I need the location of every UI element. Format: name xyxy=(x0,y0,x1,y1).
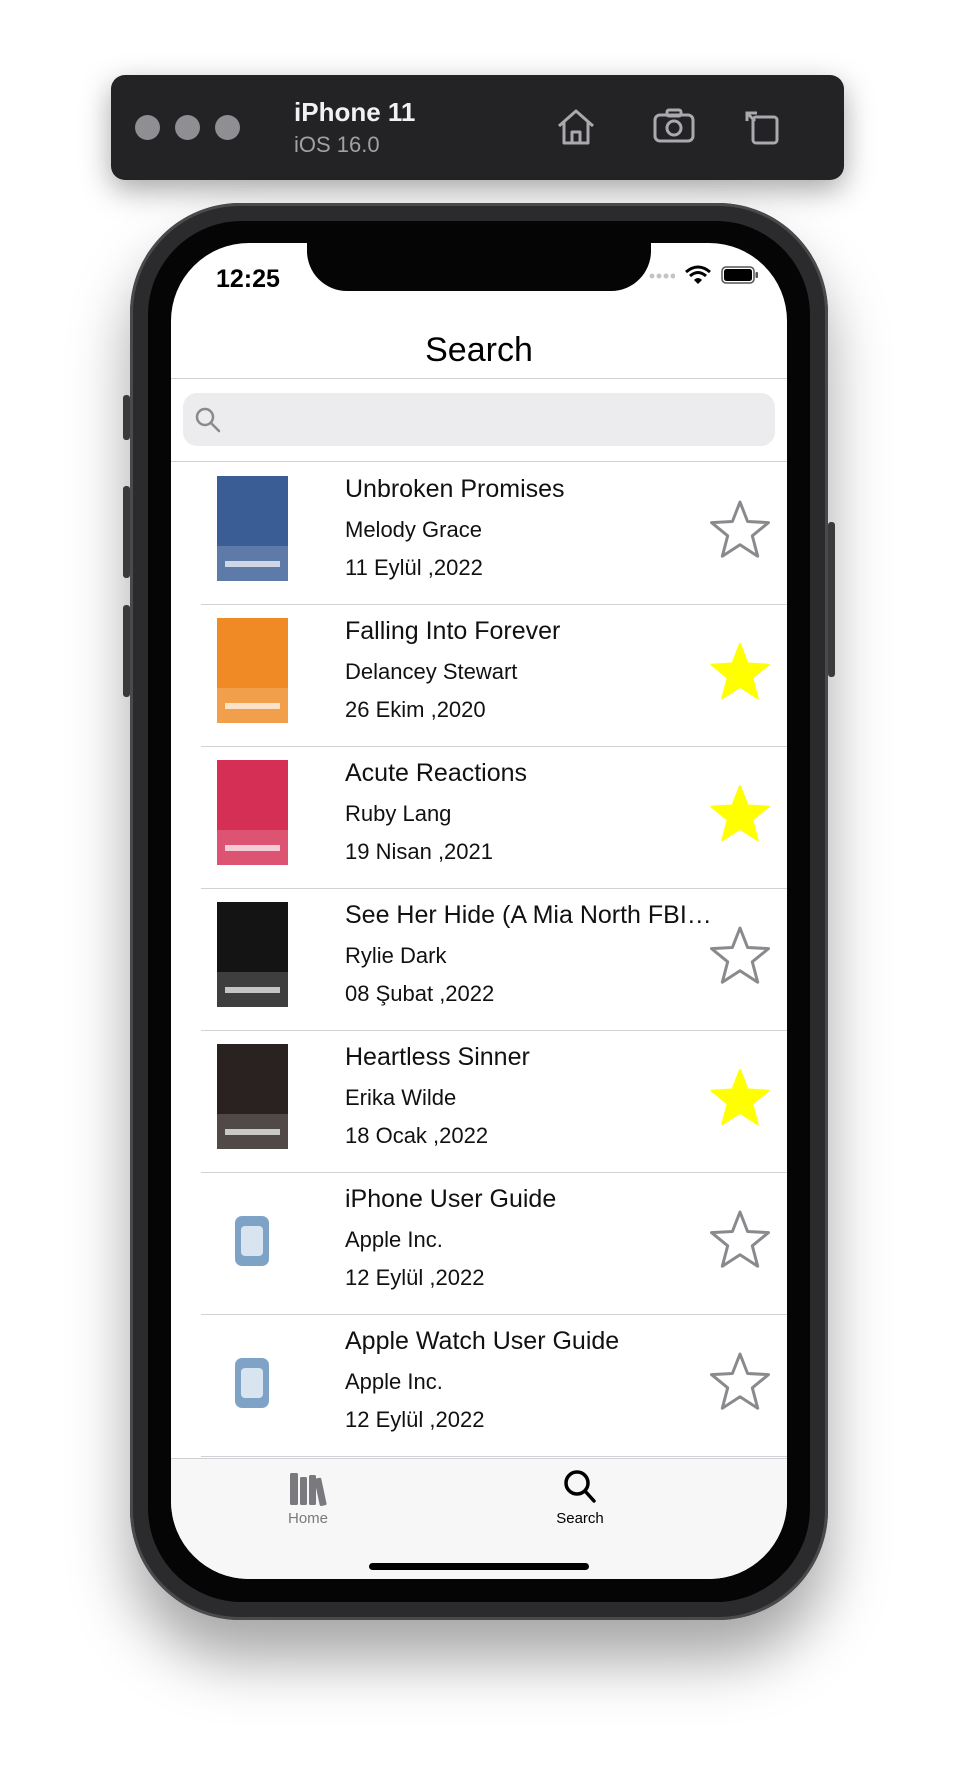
book-author: Apple Inc. xyxy=(345,1369,443,1394)
battery-icon xyxy=(721,266,758,284)
close-window-dot[interactable] xyxy=(135,115,160,140)
zoom-window-dot[interactable] xyxy=(215,115,240,140)
rotate-icon[interactable] xyxy=(737,101,787,151)
book-row[interactable]: iPhone User Guide Apple Inc. 12 Eylül ,202… xyxy=(171,1171,787,1315)
star-outline-icon[interactable] xyxy=(709,1351,771,1413)
books-icon xyxy=(290,1473,327,1507)
star-outline-icon[interactable] xyxy=(709,1209,771,1271)
tab-search[interactable]: Search xyxy=(510,1467,650,1537)
tab-bar: Home Search xyxy=(171,1458,787,1579)
book-list: Unbroken Promises Melody Grace 11 Eylül ,2… xyxy=(171,461,787,1579)
status-time: 12:25 xyxy=(216,265,280,293)
book-cover-image xyxy=(217,618,288,723)
cellular-signal-icon xyxy=(649,273,675,279)
book-cover-image xyxy=(217,476,288,581)
book-row[interactable]: Falling Into Forever Delancey Stewart 26 E… xyxy=(171,603,787,747)
minimize-window-dot[interactable] xyxy=(175,115,200,140)
book-title: iPhone User Guide xyxy=(345,1185,557,1213)
os-version: iOS 16.0 xyxy=(294,132,380,157)
book-author: Rylie Dark xyxy=(345,943,447,968)
star-filled-icon[interactable] xyxy=(709,783,771,845)
book-row[interactable]: Unbroken Promises Melody Grace 11 Eylül ,2… xyxy=(171,461,787,605)
tab-search-label: Search xyxy=(556,1510,604,1527)
book-date: 12 Eylül ,2022 xyxy=(345,1265,485,1290)
book-date: 12 Eylül ,2022 xyxy=(345,1407,485,1432)
device-name: iPhone 11 xyxy=(294,97,416,127)
book-date: 18 Ocak ,2022 xyxy=(345,1123,489,1148)
power-button xyxy=(828,522,835,677)
wifi-icon xyxy=(685,265,711,284)
book-row[interactable]: Heartless Sinner Erika Wilde 18 Ocak ,2022 xyxy=(171,1029,787,1173)
search-icon xyxy=(195,407,221,433)
book-author: Erika Wilde xyxy=(345,1085,457,1110)
book-date: 26 Ekim ,2020 xyxy=(345,697,486,722)
tab-home-label: Home xyxy=(287,1510,328,1527)
book-title: Apple Watch User Guide xyxy=(345,1327,620,1355)
book-date: 11 Eylül ,2022 xyxy=(345,555,483,580)
volume-down-button xyxy=(123,605,130,697)
row-separator xyxy=(201,1456,787,1457)
search-bar[interactable] xyxy=(183,393,775,446)
star-filled-icon[interactable] xyxy=(709,1067,771,1129)
book-author: Delancey Stewart xyxy=(345,659,518,684)
home-indicator xyxy=(369,1563,589,1570)
book-title: See Her Hide (A Mia North FBI… xyxy=(345,901,712,929)
book-cover-image xyxy=(217,760,288,865)
page-title: Search xyxy=(425,331,533,369)
tab-home[interactable]: Home xyxy=(238,1467,378,1537)
book-author: Melody Grace xyxy=(345,517,482,542)
status-icons xyxy=(649,265,759,285)
star-filled-icon[interactable] xyxy=(709,641,771,703)
book-title: Heartless Sinner xyxy=(345,1043,530,1071)
book-row[interactable]: Apple Watch User Guide Apple Inc. 12 Eylül… xyxy=(171,1313,787,1457)
star-outline-icon[interactable] xyxy=(709,499,771,561)
book-title: Unbroken Promises xyxy=(345,475,565,503)
search-input[interactable] xyxy=(231,401,765,439)
book-row[interactable]: Acute Reactions Ruby Lang 19 Nisan ,2021 xyxy=(171,745,787,889)
book-cover-image xyxy=(217,1044,288,1149)
book-author: Apple Inc. xyxy=(345,1227,443,1252)
phone-screen: 12:25 Search Unbroken Promises Melody Gra… xyxy=(171,243,787,1579)
simulator-toolbar: iPhone 11 iOS 16.0 xyxy=(111,75,844,180)
book-title: Falling Into Forever xyxy=(345,617,561,645)
star-outline-icon[interactable] xyxy=(709,925,771,987)
volume-up-button xyxy=(123,486,130,578)
mute-switch xyxy=(123,395,130,440)
book-row[interactable]: See Her Hide (A Mia North FBI… Rylie Dark… xyxy=(171,887,787,1031)
notch xyxy=(307,243,651,291)
screenshot-icon[interactable] xyxy=(649,101,699,151)
book-author: Ruby Lang xyxy=(345,801,452,826)
book-cover-image xyxy=(217,1328,288,1433)
book-title: Acute Reactions xyxy=(345,759,528,787)
book-date: 08 Şubat ,2022 xyxy=(345,981,495,1006)
magnifier-icon xyxy=(564,1470,596,1503)
book-date: 19 Nisan ,2021 xyxy=(345,839,493,864)
nav-divider xyxy=(171,378,787,379)
home-icon[interactable] xyxy=(551,101,601,151)
book-cover-image xyxy=(217,1186,288,1291)
book-cover-image xyxy=(217,902,288,1007)
